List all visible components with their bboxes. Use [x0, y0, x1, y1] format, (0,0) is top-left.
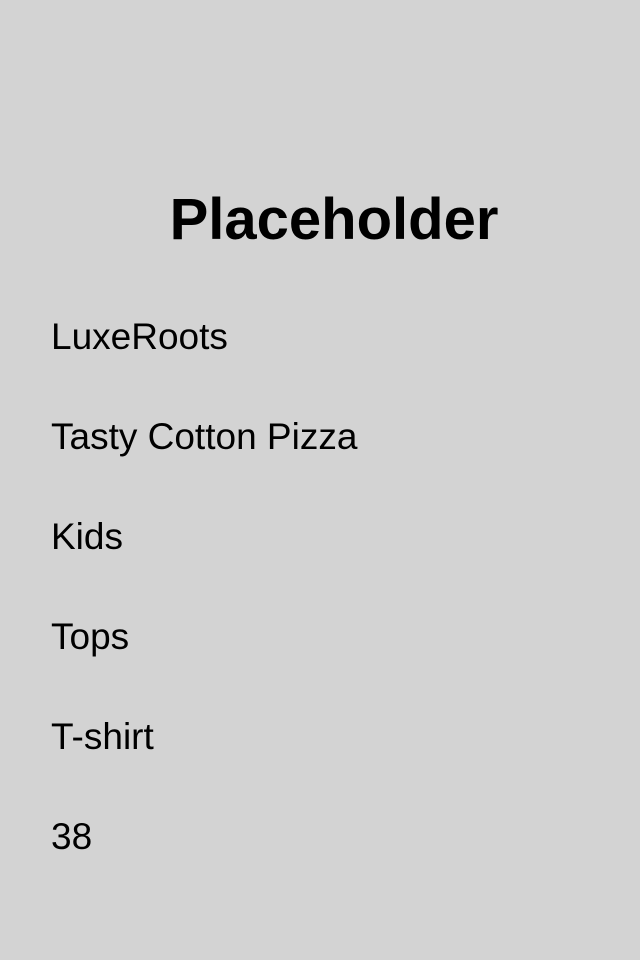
size-text: 38: [51, 816, 93, 857]
product-details-list: LuxeRoots Tasty Cotton Pizza Kids Tops T…: [51, 316, 611, 916]
category-text: Tops: [51, 616, 130, 657]
page-title: Placeholder: [169, 186, 499, 252]
brand-text: LuxeRoots: [51, 316, 228, 357]
product-detail-screen: Placeholder LuxeRoots Tasty Cotton Pizza…: [0, 0, 640, 960]
audience-text: Kids: [51, 516, 123, 557]
product-name-text: Tasty Cotton Pizza: [51, 416, 358, 457]
product-type-text: T-shirt: [51, 716, 154, 757]
